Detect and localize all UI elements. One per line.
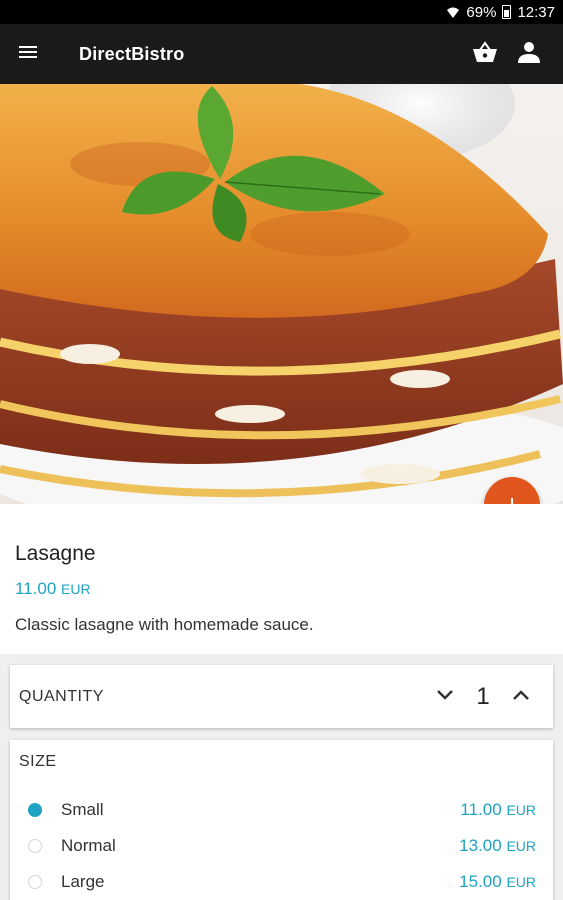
chevron-down-icon xyxy=(436,688,454,706)
app-title: DirectBistro xyxy=(79,43,185,64)
dish-price: 11.00 EUR xyxy=(15,579,91,599)
size-option-price: 11.00 EUR xyxy=(460,800,536,820)
chevron-up-icon xyxy=(512,688,530,706)
status-bar: 69% 12:37 xyxy=(0,0,563,24)
size-option-price-currency: EUR xyxy=(506,802,536,818)
size-option-normal[interactable]: Normal 13.00 EUR xyxy=(10,829,553,863)
dish-name: Lasagne xyxy=(15,542,96,565)
size-option-small[interactable]: Small 11.00 EUR xyxy=(10,793,553,827)
menu-button[interactable] xyxy=(19,31,65,77)
radio-button[interactable] xyxy=(28,803,42,817)
size-option-price-value: 11.00 xyxy=(460,800,502,819)
size-label: SIZE xyxy=(19,753,57,770)
account-button[interactable] xyxy=(515,40,543,68)
dish-description: Classic lasagne with homemade sauce. xyxy=(15,615,314,634)
basket-button[interactable] xyxy=(471,40,499,68)
size-option-large[interactable]: Large 15.00 EUR xyxy=(10,865,553,899)
quantity-value: 1 xyxy=(476,682,490,710)
basket-icon xyxy=(472,40,498,68)
quantity-decrease-button[interactable] xyxy=(431,683,459,711)
size-option-price: 15.00 EUR xyxy=(459,872,536,892)
size-option-price-value: 15.00 xyxy=(459,872,502,891)
size-card: SIZE Small 11.00 EUR Normal 13.00 EUR La… xyxy=(10,740,553,900)
size-option-name: Large xyxy=(61,872,105,891)
dish-price-currency: EUR xyxy=(61,581,91,597)
account-icon xyxy=(518,41,540,68)
size-option-price-currency: EUR xyxy=(506,874,536,890)
radio-button[interactable] xyxy=(28,839,42,853)
dish-photo xyxy=(0,84,563,504)
menu-icon xyxy=(19,45,37,64)
quantity-increase-button[interactable] xyxy=(507,683,535,711)
wifi-icon xyxy=(446,5,460,19)
size-option-price: 13.00 EUR xyxy=(459,836,536,856)
size-option-name: Normal xyxy=(61,836,116,855)
quantity-label: QUANTITY xyxy=(19,687,104,705)
quantity-card: QUANTITY 1 xyxy=(10,665,553,728)
size-option-name: Small xyxy=(61,800,104,819)
battery-icon xyxy=(502,5,512,19)
dish-price-value: 11.00 xyxy=(15,579,57,598)
battery-percent: 69% xyxy=(466,3,497,21)
clock: 12:37 xyxy=(517,3,555,21)
size-option-price-currency: EUR xyxy=(506,838,536,854)
size-option-price-value: 13.00 xyxy=(459,836,502,855)
quantity-stepper: 1 xyxy=(431,683,535,711)
radio-button[interactable] xyxy=(28,875,42,889)
dish-details: Lasagne 11.00 EUR Classic lasagne with h… xyxy=(0,504,563,654)
app-bar: DirectBistro xyxy=(0,24,563,84)
